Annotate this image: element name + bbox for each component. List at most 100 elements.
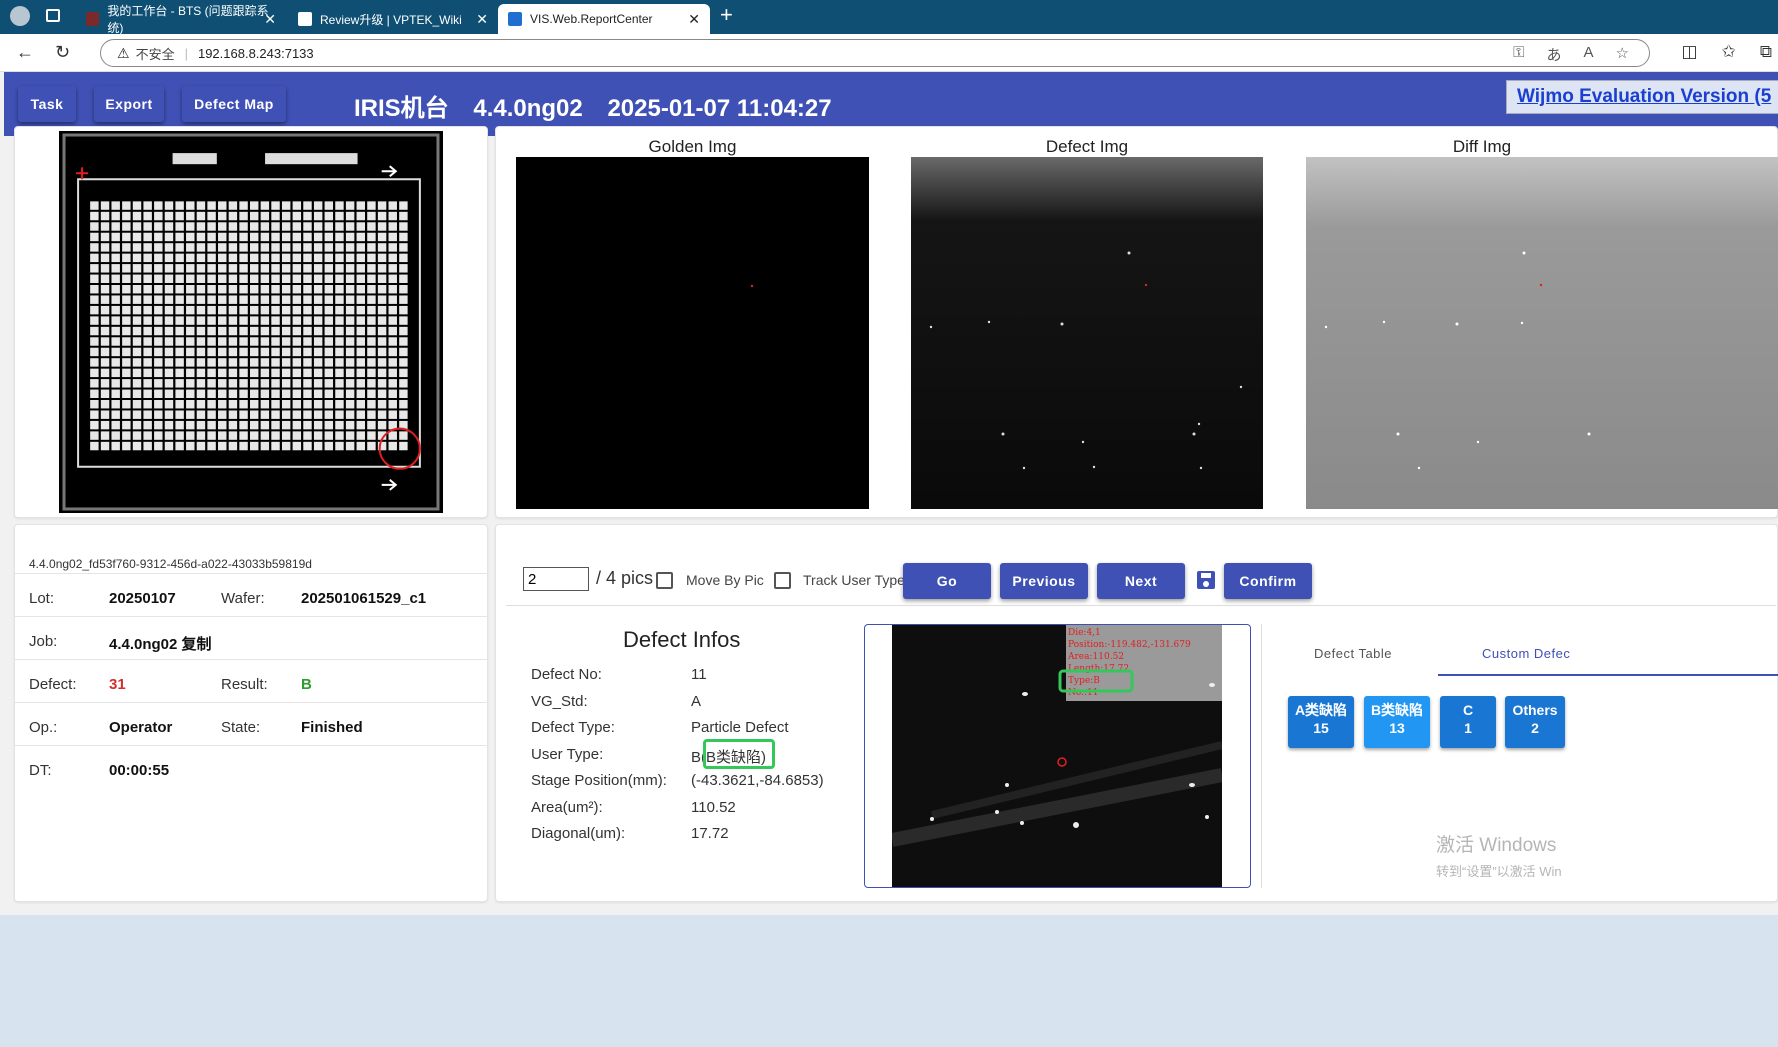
controls-divider — [506, 605, 1776, 606]
user-type-highlight — [703, 739, 775, 769]
taskbar-strip — [0, 915, 1778, 1047]
wijmo-evaluation-link[interactable]: Wijmo Evaluation Version (5 — [1506, 80, 1778, 114]
diff-img-title: Diff Img — [1452, 137, 1512, 156]
chip-c-defect[interactable]: C 1 — [1440, 696, 1496, 748]
pic-index-input[interactable] — [523, 567, 589, 591]
go-button[interactable]: Go — [903, 563, 991, 599]
defect-no-label: Defect No: — [531, 666, 602, 683]
confirm-button[interactable]: Confirm — [1224, 563, 1312, 599]
favorite-star-icon[interactable]: ☆ — [1616, 44, 1629, 65]
review-panel: / 4 pics Move By Pic Track User Type Go … — [495, 524, 1778, 902]
profile-avatar[interactable] — [10, 6, 30, 26]
vg-std-value: A — [691, 693, 702, 710]
machine-name: IRIS机台 — [354, 95, 449, 122]
overlay-die: Die:4,1 — [1068, 628, 1101, 638]
pic-total-label: / 4 pics — [596, 568, 654, 588]
tab-actions-icon[interactable] — [46, 9, 60, 22]
close-icon[interactable]: ✕ — [476, 11, 488, 28]
close-icon[interactable]: ✕ — [264, 11, 276, 28]
collections-icon[interactable]: ⧉ — [1760, 42, 1772, 62]
defect-map-button[interactable]: Defect Map — [182, 86, 286, 122]
stage-position-value: (-43.3621,-84.6853) — [691, 772, 824, 789]
chip-a-defect[interactable]: A类缺陷 15 — [1288, 696, 1354, 748]
overlay-position: Position:-119.482,-131.679 — [1068, 640, 1191, 650]
new-tab-button[interactable]: + — [720, 2, 733, 28]
state-value: Finished — [301, 719, 363, 736]
wiki-favicon-icon — [298, 12, 312, 26]
track-user-type-label: Track User Type — [803, 572, 905, 588]
defect-zoom-image[interactable]: Die:4,1 Position:-119.482,-131.679 Area:… — [892, 625, 1222, 887]
split-screen-icon[interactable]: ◫ — [1682, 42, 1698, 62]
reload-icon[interactable]: ↻ — [55, 42, 70, 63]
diagonal-label: Diagonal(um): — [531, 825, 626, 842]
golden-image[interactable] — [516, 157, 869, 509]
watermark-line2: 转到“设置”以激活 Win — [1436, 864, 1562, 879]
info-row-operator: Op.: Operator State: Finished — [15, 702, 489, 751]
defect-image[interactable] — [911, 157, 1263, 509]
key-icon[interactable]: ⚿ — [1513, 44, 1524, 65]
url-omnibox[interactable]: ⚠ 不安全 | 192.168.8.243:7133 ⚿ あ A ☆ — [100, 39, 1650, 67]
windows-activation-watermark: 激活 Windows 转到“设置”以激活 Win — [1436, 830, 1562, 880]
wafer-map-panel — [14, 126, 488, 518]
next-button[interactable]: Next — [1097, 563, 1185, 599]
version-label: 4.4.0ng02 — [473, 95, 583, 122]
translate-icon[interactable]: あ — [1547, 44, 1562, 65]
bts-favicon-icon — [86, 12, 100, 26]
user-type-label: User Type: — [531, 746, 604, 763]
chip-count: 2 — [1531, 720, 1539, 736]
insecure-label: 不安全 — [135, 46, 175, 62]
operator-label: Op.: — [29, 719, 58, 736]
defect-no-value: 11 — [691, 666, 707, 683]
wafer-info-panel: 4.4.0ng02_fd53f760-9312-456d-a022-43033b… — [14, 524, 489, 902]
wafer-label: Wafer: — [221, 590, 265, 607]
info-row-job: Job: 4.4.0ng02 复制 — [15, 616, 489, 665]
chip-others[interactable]: Others 2 — [1505, 696, 1565, 748]
golden-img-title: Golden Img — [648, 137, 737, 156]
tab-custom-defect[interactable]: Custom Defec — [1482, 646, 1570, 661]
diagonal-value: 17.72 — [691, 825, 729, 842]
chip-label: A类缺陷 — [1294, 702, 1348, 718]
wafer-map-image[interactable] — [59, 131, 443, 513]
page-title: IRIS机台 4.4.0ng02 2025-01-07 11:04:27 — [354, 88, 850, 123]
overlay-area: Area:110.52 — [1067, 652, 1124, 662]
address-bar: ← ↻ ⚠ 不安全 | 192.168.8.243:7133 ⚿ あ A ☆ ◫… — [0, 34, 1778, 72]
defect-zoom-view[interactable]: Die:4,1 Position:-119.482,-131.679 Area:… — [864, 624, 1251, 888]
images-panel: Golden Img Defect Img Diff Img — [495, 126, 1778, 518]
tab-reportcenter[interactable]: VIS.Web.ReportCenter ✕ — [498, 4, 710, 34]
read-aloud-icon[interactable]: A — [1584, 44, 1594, 65]
watermark-line1: 激活 Windows — [1436, 835, 1557, 856]
dt-value: 00:00:55 — [109, 762, 170, 779]
tab-defect-table[interactable]: Defect Table — [1314, 646, 1392, 661]
job-label: Job: — [29, 633, 58, 650]
previous-button[interactable]: Previous — [1000, 563, 1088, 599]
tab-title: Review升级 | VPTEK_Wiki — [320, 12, 462, 27]
omnibox-actions: ⚿ あ A ☆ — [1513, 44, 1629, 65]
close-icon[interactable]: ✕ — [688, 11, 700, 28]
defect-type-value: Particle Defect — [691, 719, 789, 736]
tab-wiki[interactable]: Review升级 | VPTEK_Wiki ✕ — [288, 4, 498, 34]
chip-count: 1 — [1464, 720, 1472, 736]
diff-image[interactable] — [1306, 157, 1778, 509]
back-icon[interactable]: ← — [16, 42, 34, 63]
track-user-type-checkbox[interactable] — [774, 572, 791, 589]
defect-infos-title: Defect Infos — [623, 627, 741, 652]
favorites-icon[interactable]: ✩ — [1722, 42, 1736, 62]
datetime-label: 2025-01-07 11:04:27 — [607, 95, 832, 122]
state-label: State: — [221, 719, 261, 736]
result-value: B — [301, 676, 312, 693]
vg-std-label: VG_Std: — [531, 693, 588, 710]
chip-b-defect[interactable]: B类缺陷 13 — [1364, 696, 1430, 748]
info-row-lot: Lot: 20250107 Wafer: 202501061529_c1 — [15, 573, 489, 622]
url-text[interactable]: 192.168.8.243:7133 — [198, 46, 314, 61]
export-button[interactable]: Export — [94, 86, 164, 122]
chip-label: C — [1462, 702, 1474, 718]
move-by-pic-checkbox[interactable] — [656, 572, 673, 589]
task-button[interactable]: Task — [18, 86, 76, 122]
job-value: 4.4.0ng02 复制 — [109, 636, 212, 653]
stage-position-label: Stage Position(mm): — [531, 772, 667, 789]
chip-count: 15 — [1313, 720, 1329, 736]
save-icon[interactable] — [1197, 571, 1215, 589]
tab-bts[interactable]: 我的工作台 - BTS (问题跟踪系统) ✕ — [76, 4, 286, 35]
move-by-pic-label: Move By Pic — [686, 572, 764, 588]
chip-label: Others — [1512, 702, 1558, 718]
